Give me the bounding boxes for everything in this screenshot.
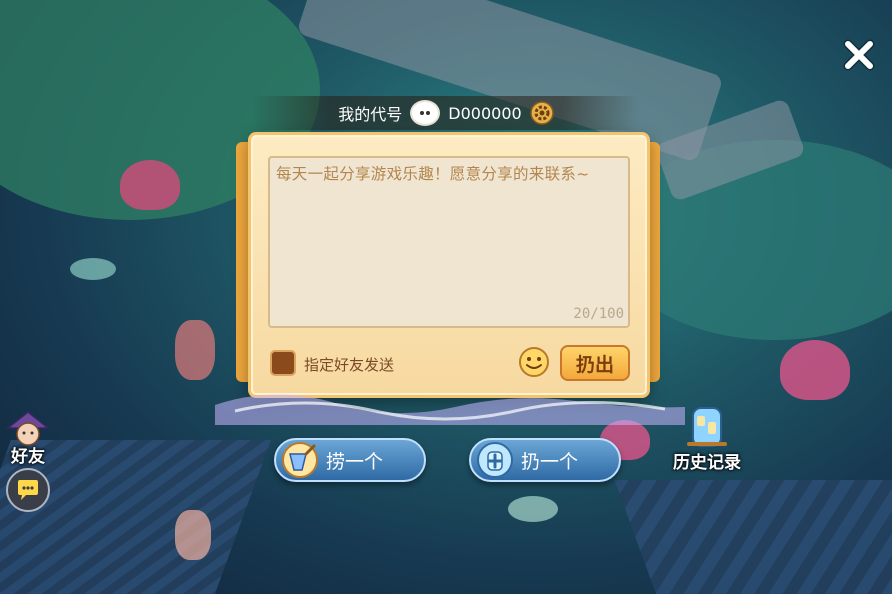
throw-out-button[interactable]: 扔出	[560, 345, 630, 381]
chat-button[interactable]	[6, 468, 50, 512]
code-value: D000000	[448, 103, 522, 123]
designated-friend-checkbox[interactable]	[270, 350, 296, 376]
history-button[interactable]: 历史记录	[664, 404, 750, 473]
fishing-net-icon	[282, 442, 318, 478]
message-input[interactable]: 每天一起分享游戏乐趣！愿意分享的来联系~ 20/100	[268, 156, 630, 328]
close-button[interactable]	[840, 36, 878, 74]
throw-one-label: 扔一个	[521, 450, 579, 473]
history-label: 历史记录	[673, 453, 741, 473]
throw-one-button[interactable]: 扔一个	[469, 438, 621, 482]
message-text: 每天一起分享游戏乐趣！愿意分享的来联系~	[276, 165, 590, 183]
chat-bubble-icon	[18, 480, 38, 500]
gear-icon[interactable]	[529, 101, 554, 125]
char-counter: 20/100	[573, 306, 624, 322]
bottle-plus-icon	[477, 442, 513, 478]
roof-right	[614, 480, 892, 594]
avatar-icon	[410, 100, 441, 126]
close-icon	[843, 39, 875, 71]
wave-decoration	[215, 394, 685, 425]
floating-bottle	[508, 496, 558, 522]
coral	[120, 160, 180, 210]
designated-friend-label: 指定好友发送	[304, 356, 395, 374]
emoji-icon[interactable]	[518, 346, 550, 378]
friends-button[interactable]: 好友	[2, 408, 54, 467]
panel-edge-right	[650, 142, 660, 382]
fish-one-button[interactable]: 捞一个	[274, 438, 426, 482]
history-jar-icon	[687, 407, 727, 447]
player-code-bar: 我的代号 D000000	[252, 96, 640, 130]
fish-one-label: 捞一个	[326, 450, 384, 473]
coral	[780, 340, 850, 400]
floating-bottle	[70, 258, 116, 280]
lantern	[175, 320, 215, 380]
code-label: 我的代号	[338, 105, 403, 124]
lantern	[175, 510, 211, 560]
